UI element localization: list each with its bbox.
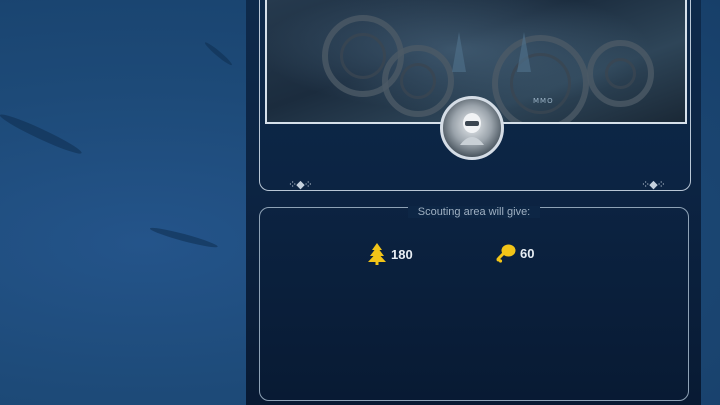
machine-wheel: [382, 45, 454, 117]
right-ornament: ⁘◆⁘: [641, 178, 666, 191]
reward-wood: 180: [367, 243, 413, 265]
artwork-caption: MMO: [533, 97, 554, 105]
reward-box: [259, 207, 689, 401]
food-amount: 60: [520, 245, 535, 261]
scout-portrait: [440, 96, 504, 160]
reward-title: Scouting area will give:: [259, 200, 689, 219]
machine-wheel: [587, 40, 654, 107]
left-ornament: ⁘◆⁘: [288, 178, 313, 191]
ruin-spire: [517, 32, 531, 72]
tree-icon: [367, 243, 387, 265]
ruin-spire: [452, 32, 466, 72]
machine-wheel: [492, 35, 589, 122]
avatar-icon: [460, 113, 484, 145]
reward-food: 60: [496, 243, 534, 263]
wood-amount: 180: [391, 246, 413, 262]
reward-title-text: Scouting area will give:: [407, 206, 541, 218]
food-drumstick-icon: [496, 243, 516, 263]
